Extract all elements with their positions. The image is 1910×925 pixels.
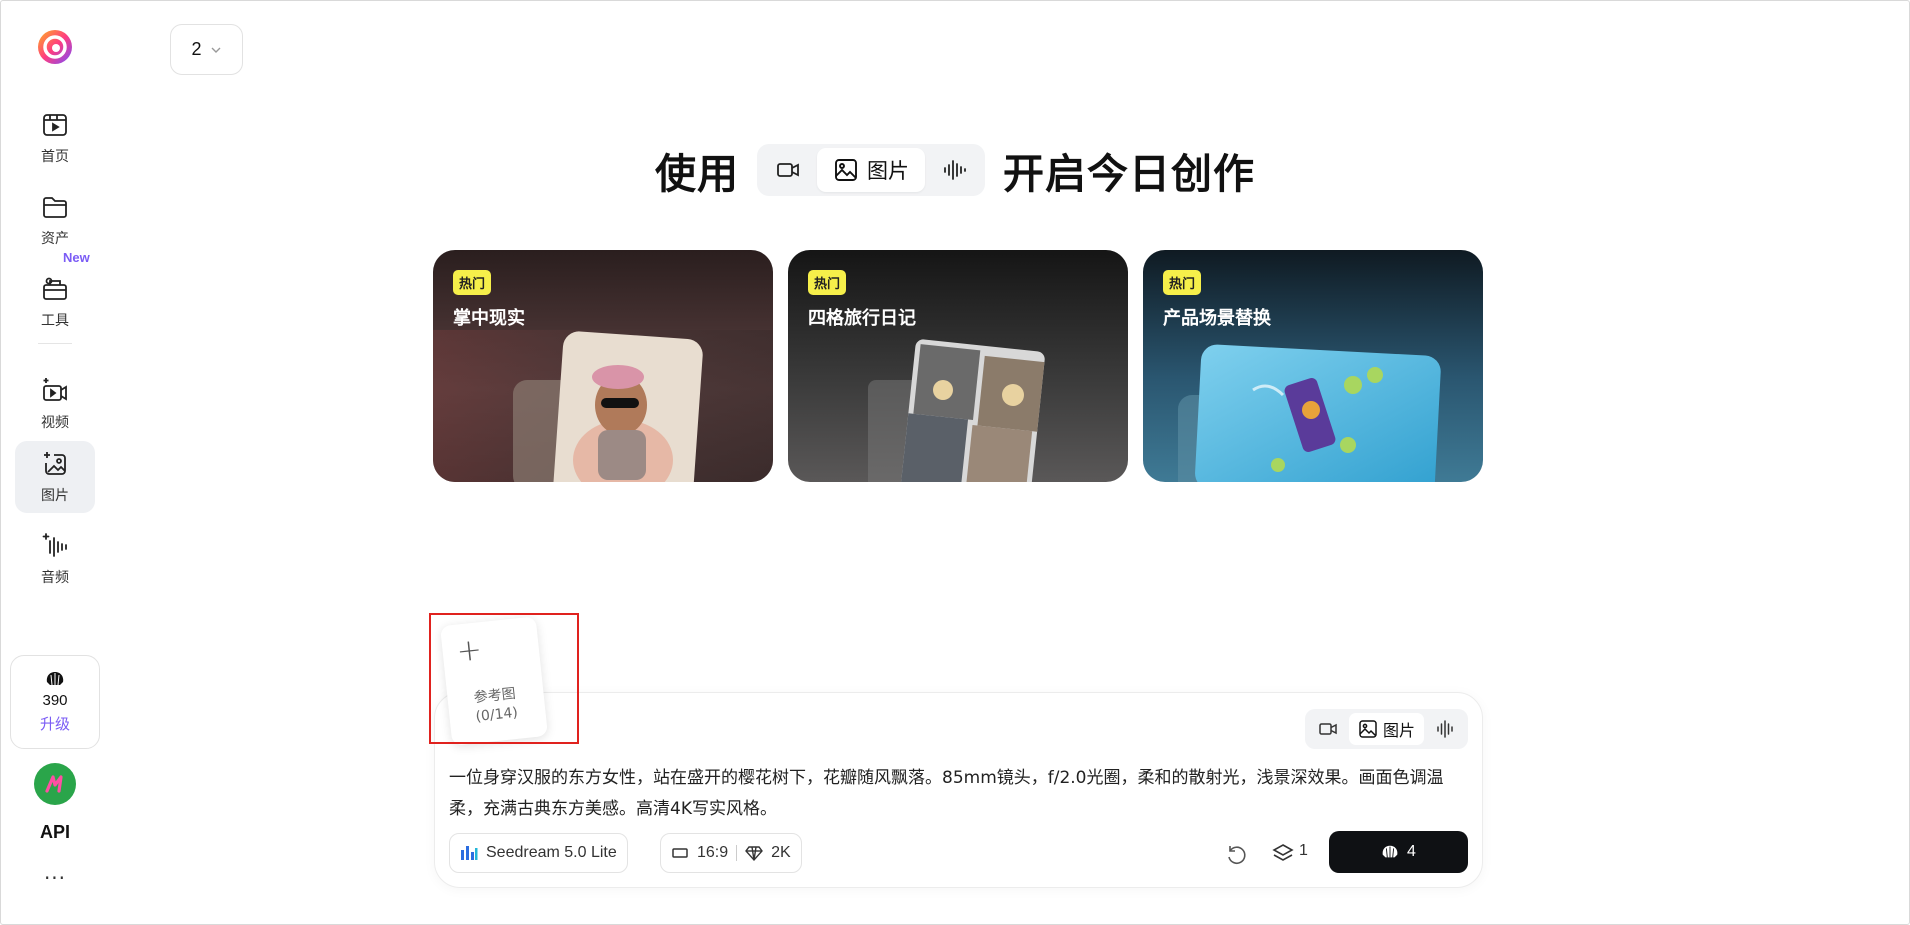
page-select-value: 2 <box>191 39 202 59</box>
layer-count: 1 <box>1299 842 1308 859</box>
api-link[interactable]: API <box>0 822 110 843</box>
sidebar-item-tools[interactable]: 工具 <box>15 266 95 338</box>
highlight-box <box>429 613 579 744</box>
card-title: 四格旅行日记 <box>808 308 916 329</box>
layers-icon[interactable] <box>1271 842 1295 866</box>
credit-shell-icon <box>1382 845 1398 858</box>
composer-mode-switch: 图片 <box>1304 709 1468 749</box>
audio-sparkle-icon <box>42 533 67 557</box>
aspect-ratio-icon <box>672 848 688 858</box>
nav-divider <box>38 343 72 344</box>
card-title: 产品场景替换 <box>1163 308 1271 329</box>
composer-mode-audio-button[interactable] <box>1426 713 1464 745</box>
generate-cost: 4 <box>1407 843 1416 860</box>
mode-audio-button[interactable] <box>927 148 981 192</box>
sidebar-item-label: 工具 <box>41 313 69 329</box>
template-card-palm-reality[interactable]: 热门 掌中现实 <box>433 250 773 482</box>
mode-video-button[interactable] <box>761 148 815 192</box>
template-card-product-scene[interactable]: 热门 产品场景替换 <box>1143 250 1483 482</box>
card-hot-badge: 热门 <box>1163 270 1202 295</box>
credit-balance: 390 <box>42 692 68 709</box>
hero-heading: 使用 图片 开启今日创作 <box>0 140 1910 200</box>
image-icon <box>835 159 857 181</box>
prompt-composer: 图片 一位身穿汉服的东方女性，站在盛开的樱花树下，花瓣随风飘落。85mm镜头，f… <box>434 692 1483 888</box>
audio-wave-icon <box>944 160 966 180</box>
sidebar-item-label: 视频 <box>41 415 69 431</box>
aspect-ratio-value: 16:9 <box>697 844 729 861</box>
video-sparkle-icon <box>43 378 67 401</box>
mode-image-label: 图片 <box>867 159 909 183</box>
card-hot-badge: 热门 <box>808 270 847 295</box>
generate-button[interactable]: 4 <box>1329 831 1468 873</box>
model-bars-icon <box>461 846 478 860</box>
resolution-value: 2K <box>771 844 791 861</box>
new-badge: New <box>63 250 90 265</box>
image-sparkle-icon <box>44 452 66 475</box>
template-card-travel-diary[interactable]: 热门 四格旅行日记 <box>788 250 1128 482</box>
ratio-resolution-selector[interactable]: 16:9 2K <box>660 833 802 873</box>
sidebar-item-image[interactable]: 图片 <box>15 441 95 513</box>
sidebar-item-label: 图片 <box>41 488 69 504</box>
composer-mode-image-button[interactable]: 图片 <box>1348 713 1424 745</box>
image-icon <box>1359 720 1377 738</box>
audio-wave-icon <box>1437 720 1453 738</box>
more-icon[interactable]: ··· <box>0 866 110 890</box>
card-hot-badge: 热门 <box>453 270 492 295</box>
credit-shell-icon <box>46 672 64 686</box>
card-title: 掌中现实 <box>453 308 525 329</box>
toolbox-icon <box>43 277 67 300</box>
credit-box[interactable]: 390 升级 <box>10 655 100 749</box>
app-logo[interactable] <box>36 28 74 66</box>
video-icon <box>777 163 799 177</box>
mode-switch: 图片 <box>757 144 985 196</box>
chip-separator <box>736 845 738 861</box>
home-play-icon <box>43 114 67 136</box>
mode-image-button[interactable]: 图片 <box>817 148 925 192</box>
page-select[interactable]: 2 <box>170 24 243 75</box>
upgrade-link[interactable]: 升级 <box>40 713 70 734</box>
sidebar-item-label: 音频 <box>41 570 69 586</box>
diamond-icon <box>745 846 764 862</box>
sidebar-item-video[interactable]: 视频 <box>15 368 95 440</box>
hero-prefix: 使用 <box>655 150 739 198</box>
composer-mode-image-label: 图片 <box>1382 721 1415 740</box>
model-name: Seedream 5.0 Lite <box>486 844 617 861</box>
video-icon <box>1319 723 1337 735</box>
chevron-down-icon <box>211 47 220 53</box>
sidebar: 首页 资产 New 工具 视频 图片 音频 390 升级 API ··· <box>0 0 110 925</box>
hero-suffix: 开启今日创作 <box>1003 150 1255 198</box>
model-selector[interactable]: Seedream 5.0 Lite <box>449 833 628 873</box>
undo-icon[interactable] <box>1225 842 1249 866</box>
sidebar-item-audio[interactable]: 音频 <box>15 523 95 595</box>
sidebar-item-label: 资产 <box>41 231 69 247</box>
composer-mode-video-button[interactable] <box>1309 713 1347 745</box>
prompt-input[interactable]: 一位身穿汉服的东方女性，站在盛开的樱花树下，花瓣随风飘落。85mm镜头，f/2.… <box>449 763 1459 825</box>
api-avatar-icon[interactable] <box>34 763 76 805</box>
